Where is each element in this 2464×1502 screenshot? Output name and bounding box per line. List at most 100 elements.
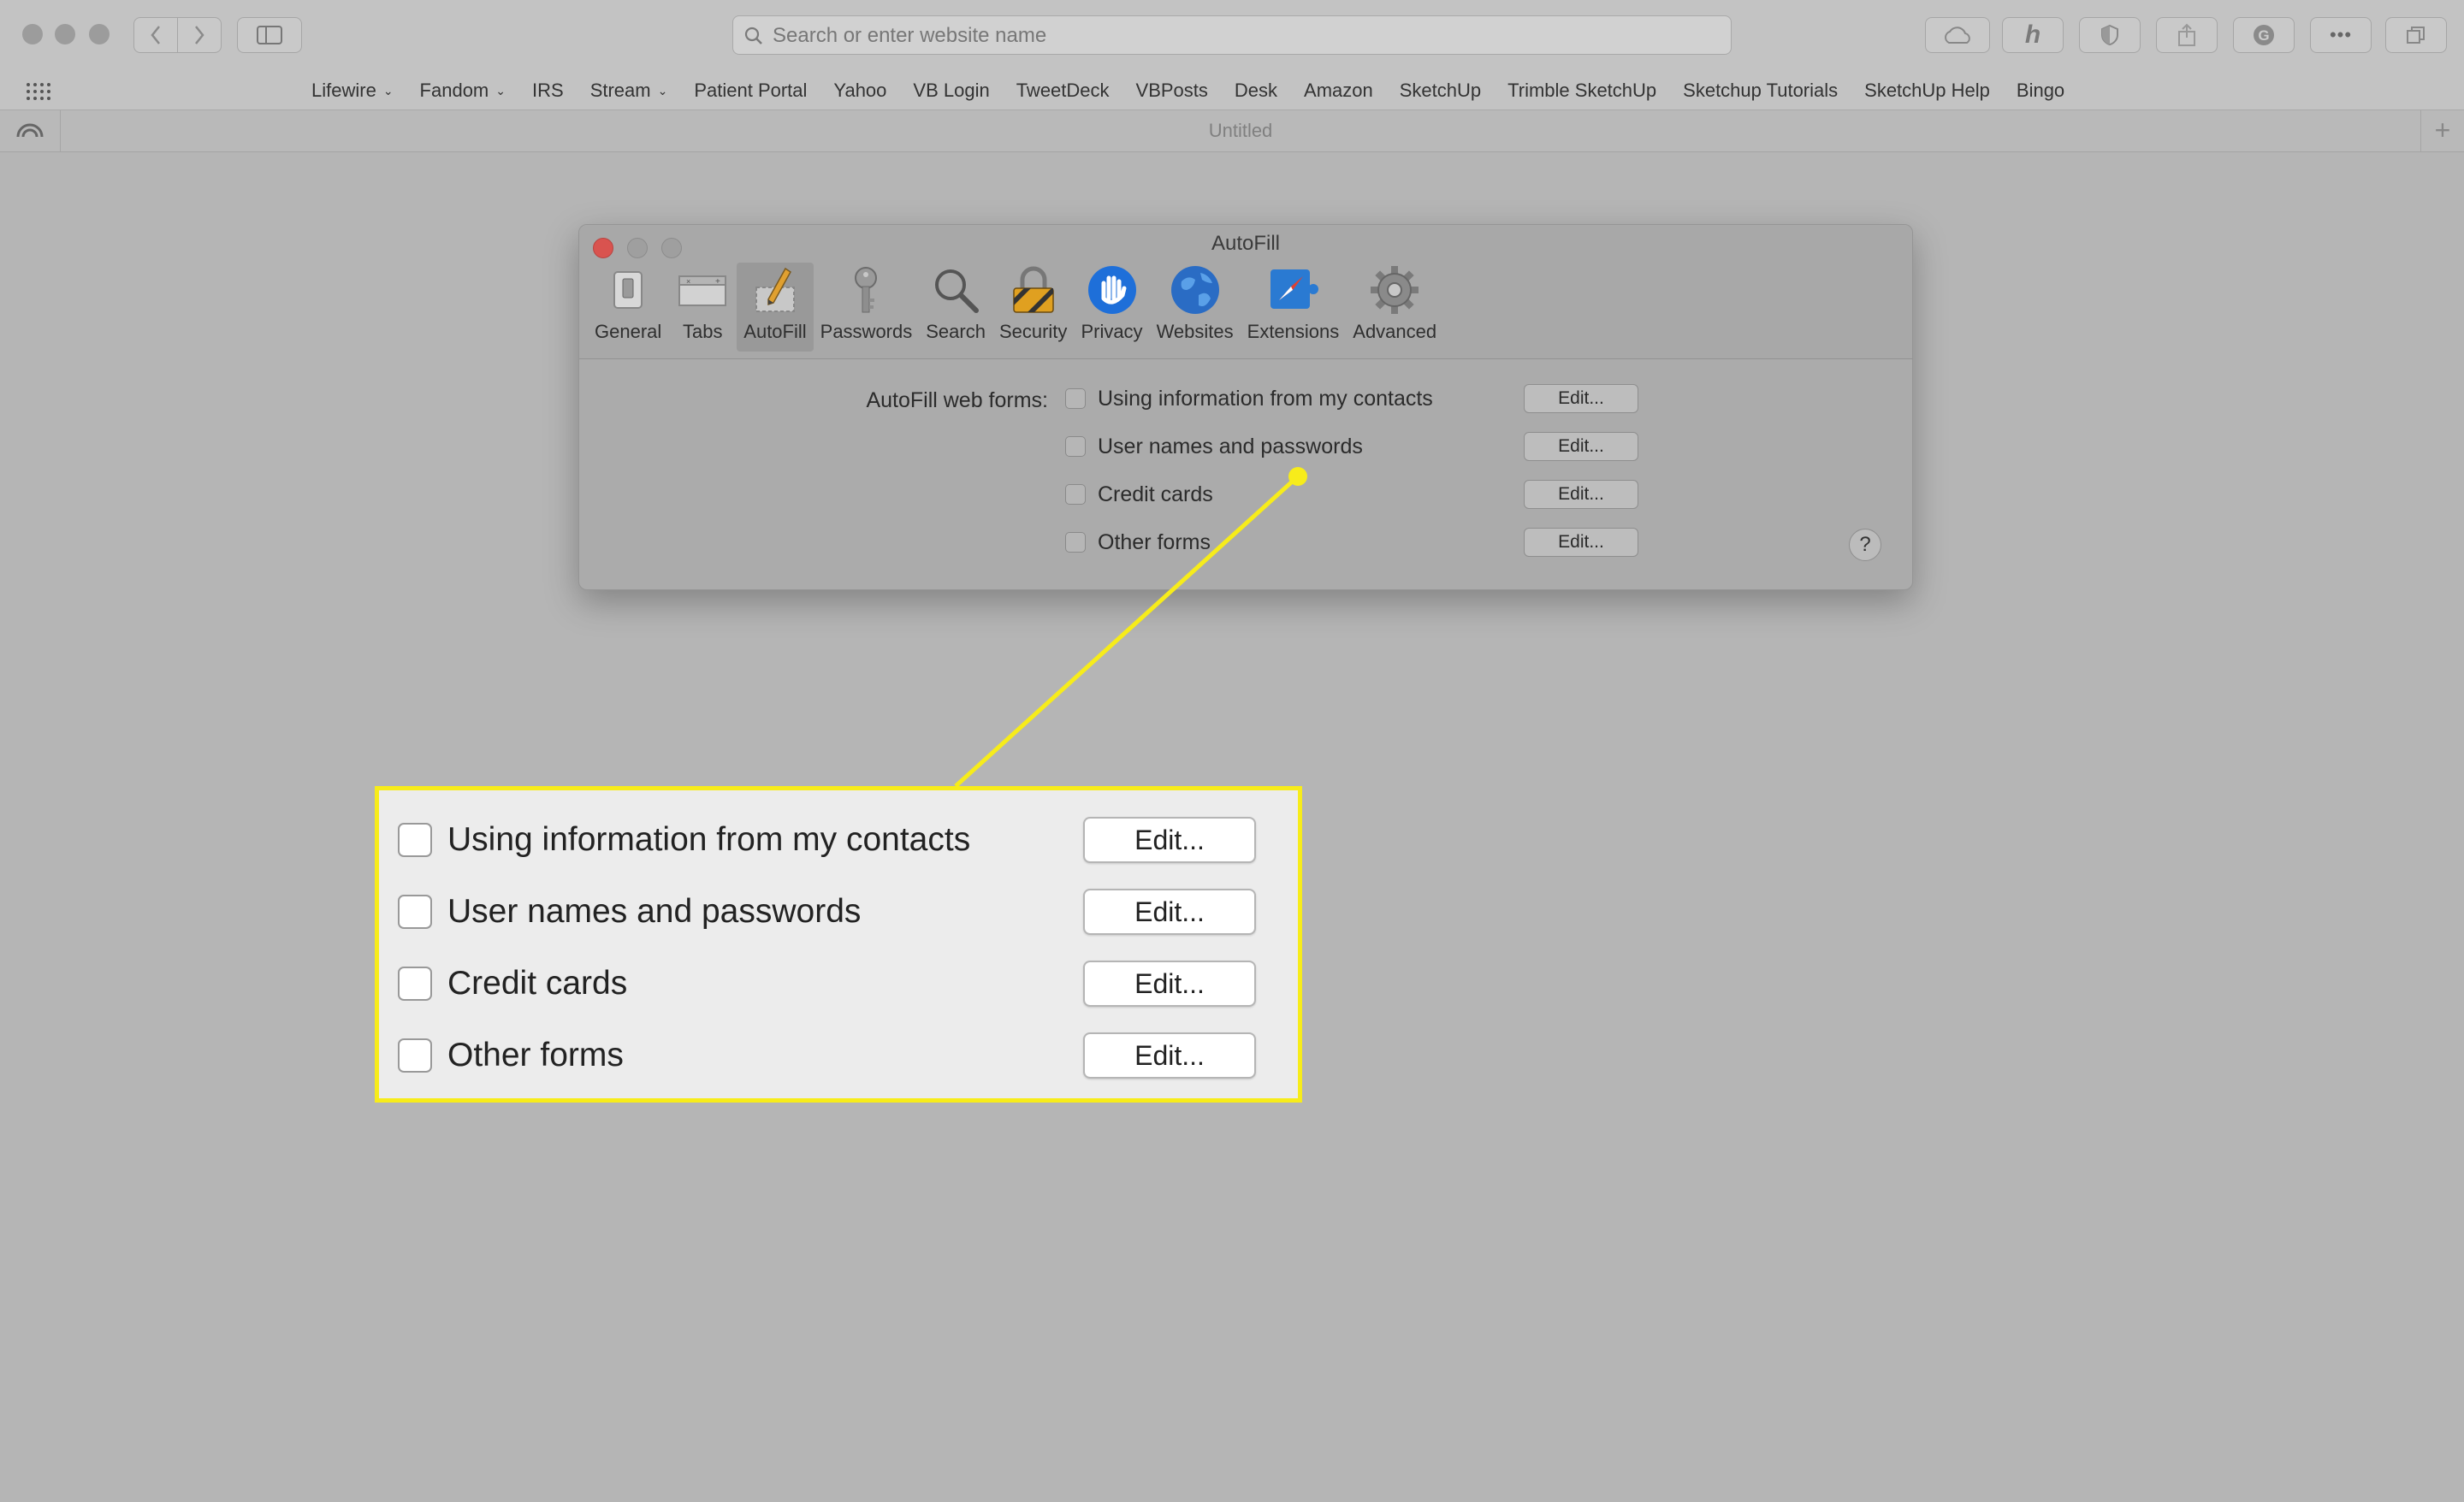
favorite-item[interactable]: Desk [1235,80,1277,102]
favorite-item[interactable]: Sketchup Tutorials [1683,80,1838,102]
favorites-bar: Lifewire ⌄ Fandom ⌄ IRS Stream ⌄ Patient Portal… [0,72,2464,110]
chevron-left-icon [151,26,160,44]
key-icon [855,267,878,313]
grammarly-icon: G [2254,25,2274,45]
favorite-label: Fandom [419,80,489,101]
tab-untitled[interactable]: Untitled [60,110,2421,151]
autofill-web-forms-label: AutoFill web forms: [866,388,1048,412]
tab-overview-icon [2407,27,2425,44]
tab-search[interactable]: Search [919,263,992,352]
credit-cards-checkbox[interactable] [1065,484,1086,505]
contacts-edit-button[interactable]: Edit... [1524,384,1638,413]
grammarly-button[interactable]: G [2233,17,2295,53]
option-contacts: Using information from my contacts [1065,381,1433,416]
favorite-item[interactable]: Trimble SketchUp [1507,80,1656,102]
window-zoom-button[interactable] [89,24,110,44]
gear-icon [1371,266,1419,314]
tab-pinned[interactable] [0,110,61,151]
favorite-item[interactable]: Lifewire ⌄ [311,80,394,102]
tab-autofill[interactable]: AutoFill [737,263,814,352]
sidebar-button[interactable] [237,17,302,53]
window-minimize-button[interactable] [55,24,75,44]
tab-privacy[interactable]: Privacy [1074,263,1149,352]
passwords-edit-button[interactable]: Edit... [1524,432,1638,461]
tab-tabs[interactable]: × + Tabs [668,263,737,352]
favorite-item[interactable]: TweetDeck [1016,80,1110,102]
favorite-label: Sketchup Tutorials [1683,80,1839,101]
shield-icon [2101,24,2118,46]
zoom-passwords-edit-button[interactable]: Edit... [1083,889,1256,935]
share-button[interactable] [2156,17,2218,53]
help-button[interactable]: ? [1849,529,1881,561]
favorite-item[interactable]: Patient Portal [694,80,807,102]
preferences-toolbar: AutoFill General × + Tabs AutoFill Passwo… [579,225,1912,359]
option-other-forms: Other forms [1065,525,1211,559]
favorite-label: VB Login [913,80,990,101]
general-switch-icon [613,271,643,309]
zoom-other-forms-edit-button[interactable]: Edit... [1083,1032,1256,1079]
credit-cards-label: Credit cards [1098,482,1213,506]
zoom-credit-cards-checkbox[interactable] [398,967,432,1001]
puzzle-compass-icon [1270,269,1319,309]
credit-cards-edit-button[interactable]: Edit... [1524,480,1638,509]
favorite-label: IRS [532,80,564,101]
zoom-contacts-edit-button[interactable]: Edit... [1083,817,1256,863]
tab-websites[interactable]: Websites [1150,263,1241,352]
other-forms-checkbox[interactable] [1065,532,1086,553]
favorite-item[interactable]: SketchUp Help [1864,80,1990,102]
autofill-pane: AutoFill web forms: Using information fr… [579,359,1912,589]
preferences-tabs: General × + Tabs AutoFill Passwords Searc… [588,263,1443,352]
favorite-item[interactable]: Stream ⌄ [590,80,668,102]
favorite-item[interactable]: VBPosts [1136,80,1208,102]
zoom-credit-cards-label: Credit cards [447,965,628,1002]
back-button[interactable] [133,17,178,53]
address-bar[interactable] [732,15,1732,56]
tab-overview-button[interactable] [2385,17,2447,53]
favorite-item[interactable]: Bingo [2017,80,2064,102]
tab-advanced[interactable]: Advanced [1346,263,1443,352]
favorite-item[interactable]: Yahoo [833,80,886,102]
svg-text:G: G [2258,27,2269,44]
favorites-list: Lifewire ⌄ Fandom ⌄ IRS Stream ⌄ Patient Portal… [311,72,2091,109]
favorite-item[interactable]: VB Login [913,80,989,102]
preferences-title: AutoFill [1211,232,1281,255]
favorite-item[interactable]: SketchUp [1400,80,1481,102]
icloud-button[interactable] [1925,17,1990,53]
shield-button[interactable] [2079,17,2141,53]
window-close-button[interactable] [22,24,43,44]
extension-h-button[interactable]: h [2002,17,2064,53]
other-forms-label: Other forms [1098,529,1211,554]
new-tab-button[interactable]: + [2420,110,2464,151]
zoom-other-forms-checkbox[interactable] [398,1038,432,1073]
option-passwords: User names and passwords [1065,429,1363,464]
address-input[interactable] [771,16,1715,56]
other-forms-edit-button[interactable]: Edit... [1524,528,1638,557]
chevron-down-icon: ⌄ [657,83,668,98]
favorite-label: SketchUp [1399,80,1482,101]
passwords-label: User names and passwords [1098,434,1363,458]
zoom-passwords-checkbox[interactable] [398,895,432,929]
more-button[interactable]: ••• [2310,17,2372,53]
favorite-item[interactable]: Amazon [1304,80,1373,102]
zoom-credit-cards-edit-button[interactable]: Edit... [1083,961,1256,1007]
ellipsis-icon: ••• [2329,24,2353,45]
favorite-label: Lifewire [311,80,376,101]
favorite-item[interactable]: IRS [532,80,564,102]
grid-icon[interactable] [26,82,51,101]
tab-extensions[interactable]: Extensions [1241,263,1347,352]
favorite-item[interactable]: Fandom ⌄ [420,80,506,102]
tab-security[interactable]: Security [992,263,1074,352]
favorite-label: Amazon [1304,80,1373,101]
pencil-form-icon [755,267,795,312]
tab-general[interactable]: General [588,263,668,352]
zoom-contacts-checkbox[interactable] [398,823,432,857]
contacts-label: Using information from my contacts [1098,386,1433,411]
contacts-checkbox[interactable] [1065,388,1086,409]
zoom-contacts-label: Using information from my contacts [447,821,971,858]
zoom-option-passwords: User names and passwords [398,888,861,936]
tab-passwords[interactable]: Passwords [814,263,920,352]
passwords-checkbox[interactable] [1065,436,1086,457]
svg-text:×: × [686,277,690,286]
preferences-window: AutoFill General × + Tabs AutoFill Passwo… [578,224,1913,590]
forward-button[interactable] [177,17,222,53]
